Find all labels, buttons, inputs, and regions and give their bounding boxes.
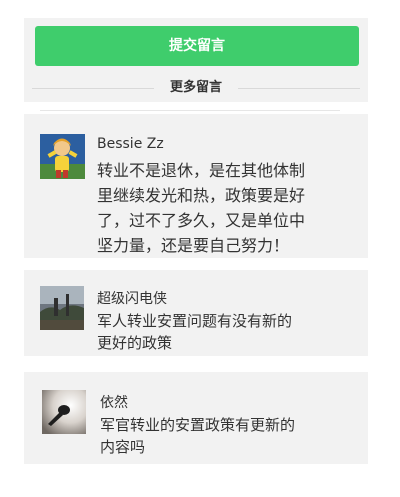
cartoon-avatar-image xyxy=(40,134,85,179)
user-avatar xyxy=(42,390,86,434)
comment-line: 坚力量，还是要自己努力！ xyxy=(97,236,290,255)
comment-text: 军官转业的安置政策有更新的 内容吗 xyxy=(100,414,362,458)
divider-line-left xyxy=(32,88,154,89)
more-comments-link[interactable]: 更多留言 xyxy=(154,78,238,98)
comment-line: 更好的政策 xyxy=(97,334,173,352)
comment-line: 了，过不了多久，又是单位中 xyxy=(97,211,306,230)
divider-line-right xyxy=(238,88,360,89)
comment-line: 转业不是退休，是在其他体制 xyxy=(97,161,306,180)
comment-line: 内容吗 xyxy=(100,438,146,456)
section-divider xyxy=(40,110,340,111)
comment-card: 超级闪电侠 军人转业安置问题有没有新的 更好的政策 xyxy=(24,270,368,356)
user-avatar xyxy=(40,286,84,330)
comment-line: 军人转业安置问题有没有新的 xyxy=(97,312,293,330)
comment-text: 转业不是退休，是在其他体制 里继续发光和热，政策要是好 了，过不了多久，又是单位… xyxy=(97,158,357,258)
comment-username: Bessie Zz xyxy=(97,136,164,152)
comment-line: 军官转业的安置政策有更新的 xyxy=(100,416,296,434)
user-avatar xyxy=(40,134,85,179)
landscape-avatar-image xyxy=(40,286,84,330)
comment-username: 超级闪电侠 xyxy=(97,291,167,307)
comment-username: 依然 xyxy=(100,395,128,411)
comment-line: 里继续发光和热，政策要是好 xyxy=(97,186,306,205)
more-comments-divider: 更多留言 xyxy=(32,78,360,100)
comment-text: 军人转业安置问题有没有新的 更好的政策 xyxy=(97,310,359,354)
microphone-avatar-image xyxy=(42,390,86,434)
comment-card: Bessie Zz 转业不是退休，是在其他体制 里继续发光和热，政策要是好 了，… xyxy=(24,114,368,258)
comment-card: 依然 军官转业的安置政策有更新的 内容吗 xyxy=(24,372,368,464)
submit-comment-button[interactable]: 提交留言 xyxy=(35,26,359,66)
